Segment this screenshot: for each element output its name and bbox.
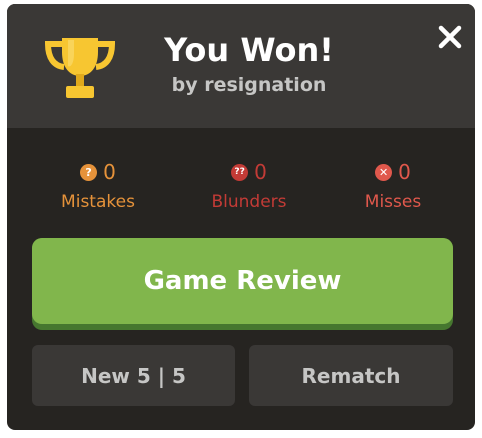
blunders-count: 0 [254,160,267,184]
stat-mistakes: ? 0 Mistakes [20,159,176,213]
x-circle-icon: ✕ [375,163,393,181]
mistakes-label: Mistakes [61,192,135,212]
result-subtitle: by resignation [171,74,327,96]
rematch-button[interactable]: Rematch [249,345,453,406]
game-over-modal: You Won! by resignation ? 0 Mistakes ?? … [7,4,475,430]
result-title: You Won! [164,31,334,69]
close-icon[interactable] [435,22,465,52]
modal-header: You Won! by resignation [7,4,475,128]
double-question-mark-icon: ?? [231,163,249,181]
misses-count: 0 [398,160,411,184]
stat-blunders: ?? 0 Blunders [171,159,327,213]
new-game-button[interactable]: New 5 | 5 [32,345,235,406]
misses-label: Misses [364,192,422,212]
game-review-button[interactable]: Game Review [32,238,453,330]
blunders-label: Blunders [211,192,287,212]
stat-misses: ✕ 0 Misses [315,159,471,213]
mistakes-count: 0 [103,160,116,184]
question-mark-icon: ? [80,163,98,181]
game-review-label: Game Review [32,238,453,324]
